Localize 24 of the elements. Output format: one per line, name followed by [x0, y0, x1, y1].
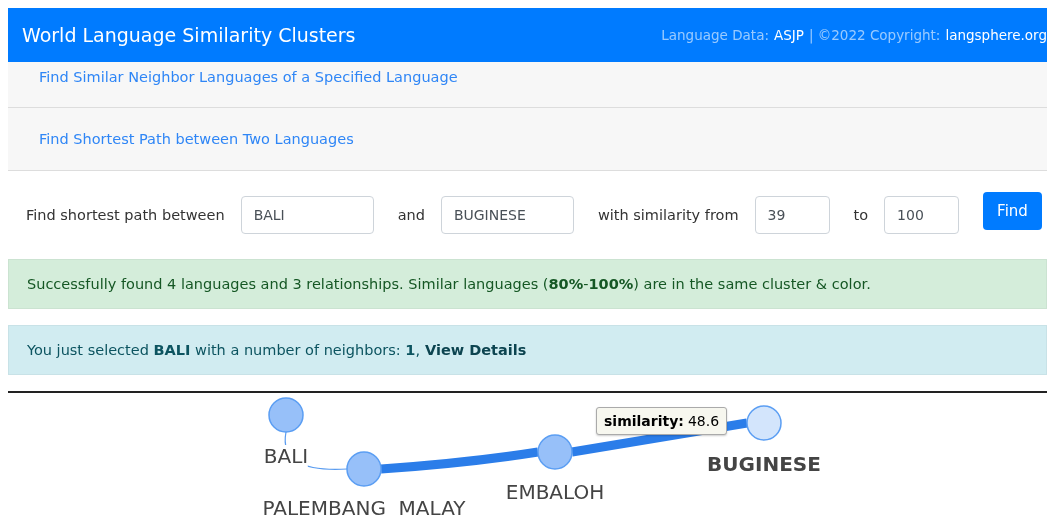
success-message: Successfully found 4 languages and 3 relationships. Similar languages (80%-100%) are in the same cluster & color.: [27, 276, 871, 292]
language-field[interactable]: BALI: [240, 196, 374, 234]
view-details-link[interactable]: View Details: [425, 342, 527, 358]
form-label: Find shortest path between: [26, 207, 225, 223]
find-button[interactable]: Find: [983, 192, 1042, 230]
tooltip-label: similarity:: [604, 413, 684, 429]
credit-label: Language Data:: [661, 27, 769, 43]
info-message: You just selected BALI with a number of neighbors: 1,: [27, 342, 420, 358]
number-field[interactable]: 39: [754, 196, 830, 234]
number-field[interactable]: 100: [884, 196, 960, 234]
credit-link[interactable]: ASJP: [773, 27, 804, 43]
node-label: BALI: [263, 445, 309, 467]
credit-label: | ©2022 Copyright:: [808, 27, 941, 43]
app-title: World Language Similarity Clusters: [22, 24, 356, 46]
graph-node[interactable]: [537, 434, 573, 470]
form-label: to: [853, 207, 869, 223]
tooltip-value: 48.6: [687, 413, 720, 429]
form-label: and: [397, 207, 425, 223]
graph-node[interactable]: [746, 405, 782, 441]
form-label: with similarity from: [597, 207, 739, 223]
credit-link[interactable]: langsphere.org: [945, 27, 1047, 43]
graph-node[interactable]: [268, 397, 304, 433]
language-field[interactable]: BUGINESE: [440, 196, 574, 234]
graph-node[interactable]: [346, 451, 382, 487]
